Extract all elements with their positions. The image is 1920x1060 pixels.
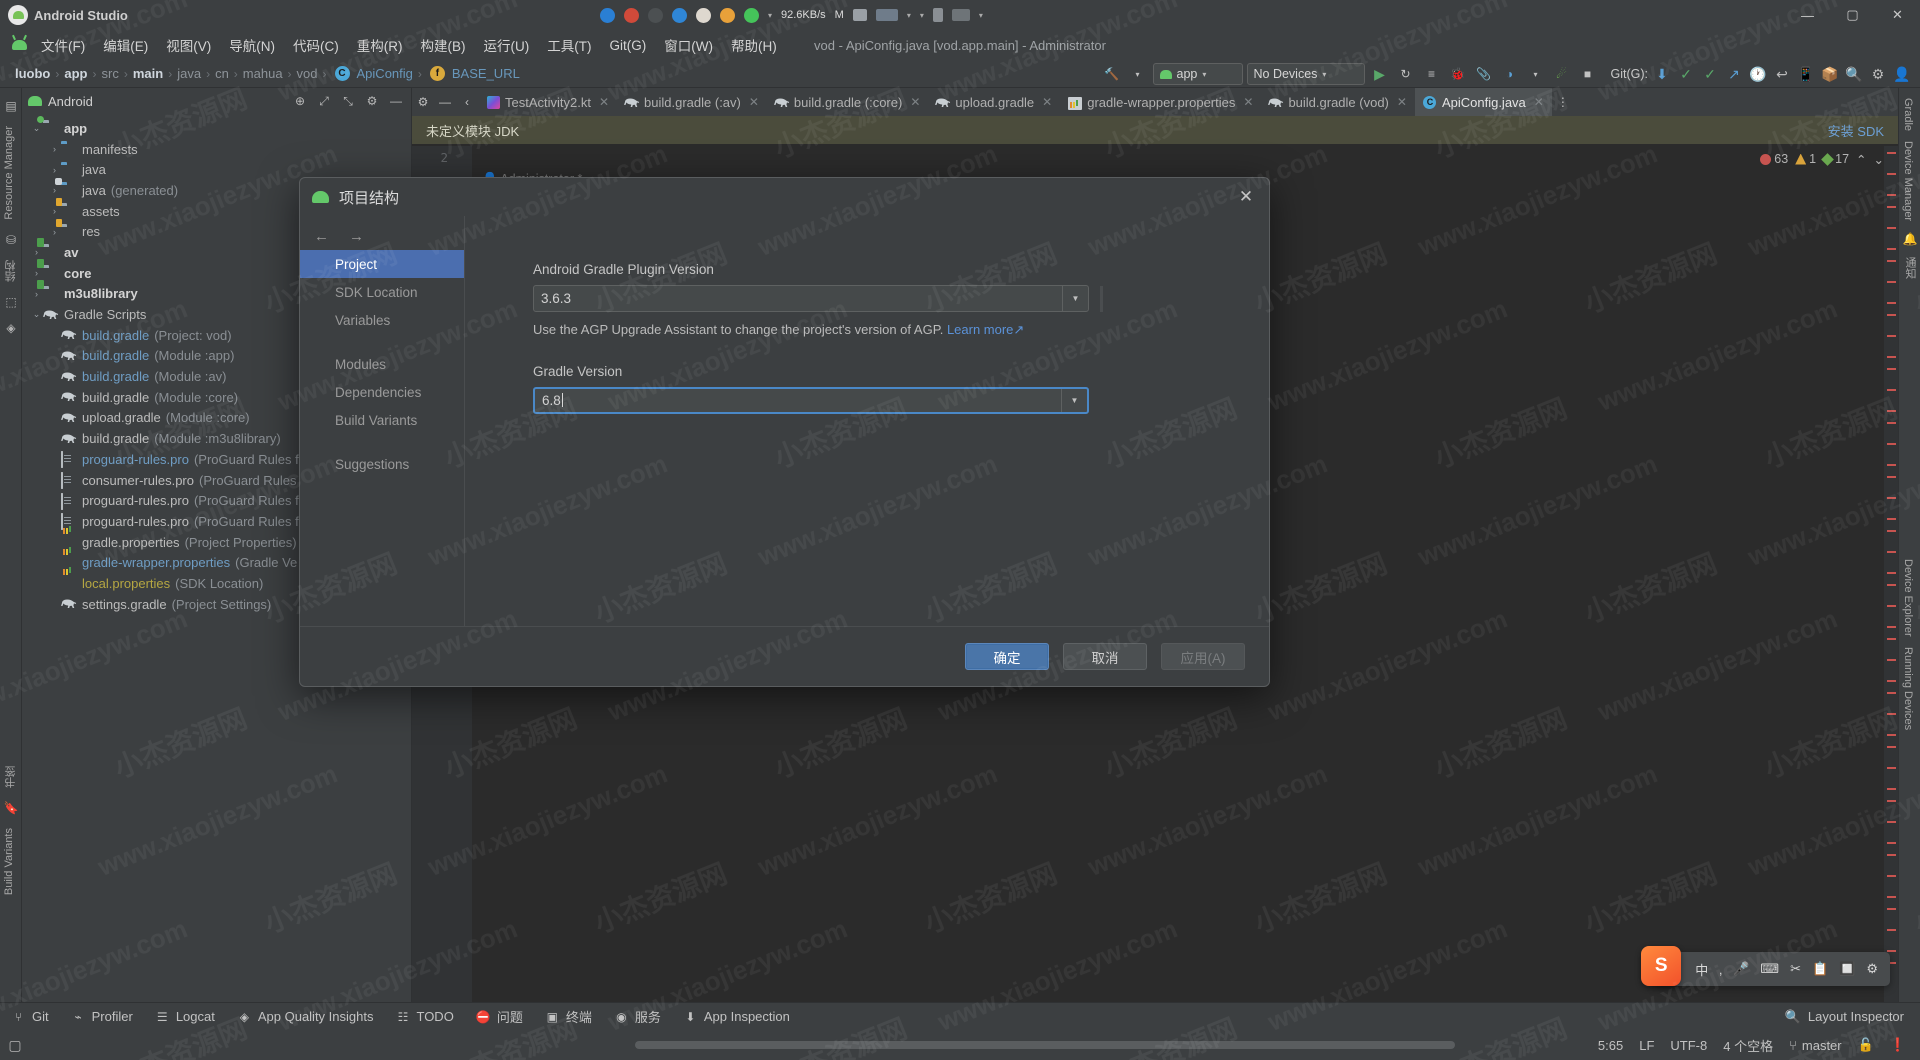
dialog-footer: 确定 取消 应用(A) bbox=[300, 626, 1269, 686]
dialog-sidebar-item-dependencies[interactable]: Dependencies bbox=[300, 378, 464, 406]
dialog-title: 项目结构 bbox=[339, 187, 1225, 208]
agp-field-marker bbox=[1100, 286, 1103, 312]
dialog-nav-row: ← → bbox=[300, 222, 464, 250]
dialog-sidebar-item-suggestions[interactable]: Suggestions bbox=[300, 450, 464, 478]
dialog-sidebar-item-project[interactable]: Project bbox=[300, 250, 464, 278]
sidebar-gap-2 bbox=[300, 434, 464, 450]
sidebar-gap-1 bbox=[300, 334, 464, 350]
gradle-version-combobox[interactable]: 6.8 ▼ bbox=[533, 387, 1089, 414]
apply-button[interactable]: 应用(A) bbox=[1161, 643, 1245, 670]
chevron-down-icon[interactable]: ▼ bbox=[1062, 286, 1088, 311]
dialog-sidebar-item-variables[interactable]: Variables bbox=[300, 306, 464, 334]
dialog-sidebar-item-sdk-location[interactable]: SDK Location bbox=[300, 278, 464, 306]
text-caret bbox=[562, 393, 563, 407]
agp-hint-text: Use the AGP Upgrade Assistant to change … bbox=[533, 322, 943, 337]
gradle-version-text: 6.8 bbox=[542, 393, 561, 408]
cancel-button[interactable]: 取消 bbox=[1063, 643, 1147, 670]
gradle-version-label: Gradle Version bbox=[533, 364, 1269, 379]
dialog-sidebar-item-build-variants[interactable]: Build Variants bbox=[300, 406, 464, 434]
dialog-android-icon bbox=[312, 191, 329, 203]
agp-version-label: Android Gradle Plugin Version bbox=[533, 262, 1269, 277]
dialog-body: ← → Project SDK Location Variables Modul… bbox=[300, 216, 1269, 626]
gradle-version-group: Gradle Version 6.8 ▼ bbox=[533, 364, 1269, 414]
nav-forward-icon[interactable]: → bbox=[349, 228, 364, 245]
dialog-sidebar-item-modules[interactable]: Modules bbox=[300, 350, 464, 378]
dialog-content: Android Gradle Plugin Version 3.6.3 ▼ Us… bbox=[464, 216, 1269, 626]
dialog-title-bar: 项目结构 ✕ bbox=[300, 178, 1269, 216]
gradle-version-value[interactable]: 6.8 bbox=[535, 393, 1061, 408]
ok-button[interactable]: 确定 bbox=[965, 643, 1049, 670]
agp-version-value: 3.6.3 bbox=[534, 291, 1062, 306]
dialog-sidebar: ← → Project SDK Location Variables Modul… bbox=[300, 216, 464, 626]
android-studio-window: Android Studio ▾ 92.6KB/s M ▾ ▾ ▾ — ▢ ✕ bbox=[0, 0, 1920, 1060]
chevron-down-icon[interactable]: ▼ bbox=[1061, 389, 1087, 412]
external-link-icon: ↗ bbox=[1013, 322, 1024, 337]
agp-version-group: Android Gradle Plugin Version 3.6.3 ▼ Us… bbox=[533, 262, 1269, 338]
learn-more-link[interactable]: Learn more bbox=[947, 322, 1013, 337]
agp-version-combobox[interactable]: 3.6.3 ▼ bbox=[533, 285, 1089, 312]
agp-hint: Use the AGP Upgrade Assistant to change … bbox=[533, 322, 1269, 338]
nav-back-icon[interactable]: ← bbox=[314, 228, 329, 245]
project-structure-dialog: 项目结构 ✕ ← → Project SDK Location Variable… bbox=[299, 177, 1270, 687]
dialog-close-icon[interactable]: ✕ bbox=[1235, 186, 1257, 208]
